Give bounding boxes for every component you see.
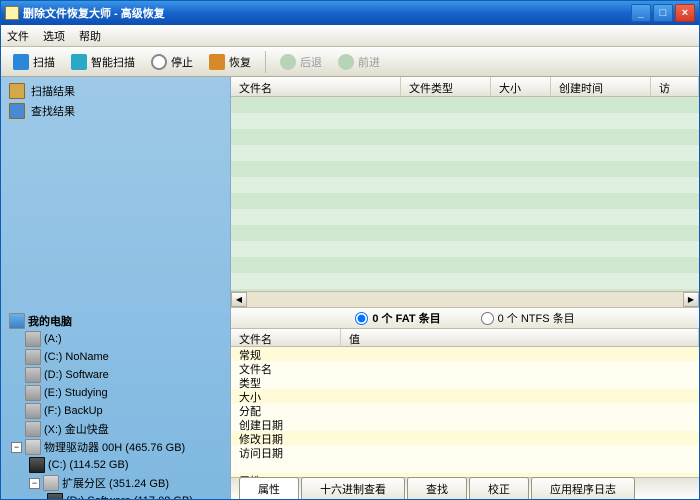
scroll-left-icon[interactable]: ◀: [231, 292, 247, 307]
drive-icon: [25, 385, 41, 401]
scroll-right-icon[interactable]: ▶: [683, 292, 699, 307]
detail-row[interactable]: 文件名: [231, 361, 699, 375]
detail-row[interactable]: 修改日期: [231, 431, 699, 445]
scan-button[interactable]: 扫描: [7, 51, 61, 73]
tree-ext-child[interactable]: (D:) Software (117.08 GB): [9, 492, 222, 499]
filelist-header: 文件名 文件类型 大小 创建时间 访: [231, 77, 699, 97]
drive-icon: [25, 367, 41, 383]
menu-file[interactable]: 文件: [7, 28, 29, 44]
search-folder-icon: [9, 103, 25, 119]
bottom-tabs: 属性 十六进制查看 查找 校正 应用程序日志: [231, 477, 699, 499]
recover-icon: [209, 54, 225, 70]
collapse-icon[interactable]: −: [11, 442, 22, 453]
collapse-icon[interactable]: −: [29, 478, 40, 489]
fat-radio[interactable]: 0 个 FAT 条目: [355, 310, 440, 326]
tab-find[interactable]: 查找: [407, 477, 467, 499]
tree-drive[interactable]: (F:) BackUp: [9, 402, 222, 420]
tree-drive[interactable]: (X:) 金山快盘: [9, 420, 222, 438]
col-size[interactable]: 大小: [491, 77, 551, 96]
back-icon: [280, 54, 296, 70]
scan-results-item[interactable]: 扫描结果: [9, 81, 222, 101]
dcol-value[interactable]: 值: [341, 329, 699, 346]
col-ctime[interactable]: 创建时间: [551, 77, 651, 96]
col-filename[interactable]: 文件名: [231, 77, 401, 96]
col-type[interactable]: 文件类型: [401, 77, 491, 96]
back-button[interactable]: 后退: [274, 51, 328, 73]
partition-icon: [47, 493, 63, 499]
menubar: 文件 选项 帮助: [1, 25, 699, 47]
detail-row[interactable]: 创建日期: [231, 417, 699, 431]
drive-icon: [25, 349, 41, 365]
tab-verify[interactable]: 校正: [469, 477, 529, 499]
tree-drive[interactable]: (E:) Studying: [9, 384, 222, 402]
minimize-button[interactable]: _: [631, 4, 651, 22]
ntfs-radio[interactable]: 0 个 NTFS 条目: [481, 310, 575, 326]
forward-button[interactable]: 前进: [332, 51, 386, 73]
detail-row[interactable]: 常规: [231, 347, 699, 361]
app-icon: [5, 6, 19, 20]
partition-icon: [29, 457, 45, 473]
file-list: 文件名 文件类型 大小 创建时间 访 ◀ ▶: [231, 77, 699, 307]
titlebar[interactable]: 删除文件恢复大师 - 高级恢复 _ □ ×: [1, 1, 699, 25]
results-box: 扫描结果 查找结果: [1, 77, 230, 125]
dcol-name[interactable]: 文件名: [231, 329, 341, 346]
h-scrollbar[interactable]: ◀ ▶: [231, 291, 699, 307]
col-access[interactable]: 访: [651, 77, 699, 96]
tree-drive[interactable]: (A:): [9, 330, 222, 348]
close-button[interactable]: ×: [675, 4, 695, 22]
details-header: 文件名 值: [231, 329, 699, 347]
stop-button[interactable]: 停止: [145, 51, 199, 73]
filelist-body[interactable]: [231, 97, 699, 291]
recover-button[interactable]: 恢复: [203, 51, 257, 73]
details-panel: 文件名 值 常规文件名类型大小分配创建日期修改日期访问日期属性只读系统: [231, 329, 699, 477]
detail-row[interactable]: 大小: [231, 389, 699, 403]
tab-props[interactable]: 属性: [239, 477, 299, 499]
stop-icon: [151, 54, 167, 70]
toolbar-separator: [265, 51, 266, 73]
maximize-button[interactable]: □: [653, 4, 673, 22]
detail-row[interactable]: 类型: [231, 375, 699, 389]
ntfs-radio-input[interactable]: [481, 312, 494, 325]
drive-icon: [25, 421, 41, 437]
forward-icon: [338, 54, 354, 70]
detail-row[interactable]: 分配: [231, 403, 699, 417]
tree-extended[interactable]: − 扩展分区 (351.24 GB): [9, 474, 222, 492]
menu-help[interactable]: 帮助: [79, 28, 101, 44]
left-pane: 扫描结果 查找结果 我的电脑 (A:)(C:) NoName(D:) Softw…: [1, 77, 231, 499]
toolbar: 扫描 智能扫描 停止 恢复 后退 前进: [1, 47, 699, 77]
drive-tree: 我的电脑 (A:)(C:) NoName(D:) Software(E:) St…: [1, 304, 230, 499]
search-results-item[interactable]: 查找结果: [9, 101, 222, 121]
scan-icon: [13, 54, 29, 70]
drive-icon: [25, 403, 41, 419]
disk-icon: [25, 439, 41, 455]
tree-drive[interactable]: (D:) Software: [9, 366, 222, 384]
tab-hex[interactable]: 十六进制查看: [301, 477, 405, 499]
tree-mycomputer[interactable]: 我的电脑: [9, 312, 222, 330]
window-title: 删除文件恢复大师 - 高级恢复: [23, 5, 629, 21]
smartscan-icon: [71, 54, 87, 70]
tree-phys-c[interactable]: (C:) (114.52 GB): [9, 456, 222, 474]
details-body[interactable]: 常规文件名类型大小分配创建日期修改日期访问日期属性只读系统: [231, 347, 699, 477]
drive-icon: [25, 331, 41, 347]
main-area: 扫描结果 查找结果 我的电脑 (A:)(C:) NoName(D:) Softw…: [1, 77, 699, 499]
computer-icon: [9, 313, 25, 329]
tab-log[interactable]: 应用程序日志: [531, 477, 635, 499]
detail-row[interactable]: 访问日期: [231, 445, 699, 459]
app-window: 删除文件恢复大师 - 高级恢复 _ □ × 文件 选项 帮助 扫描 智能扫描 停…: [0, 0, 700, 500]
scroll-track[interactable]: [247, 292, 683, 307]
filter-bar: 0 个 FAT 条目 0 个 NTFS 条目: [231, 307, 699, 329]
tree-physical[interactable]: − 物理驱动器 00H (465.76 GB): [9, 438, 222, 456]
fat-radio-input[interactable]: [355, 312, 368, 325]
right-pane: 文件名 文件类型 大小 创建时间 访 ◀ ▶ 0 个 FAT 条目: [231, 77, 699, 499]
menu-options[interactable]: 选项: [43, 28, 65, 44]
extended-icon: [43, 475, 59, 491]
tree-drive[interactable]: (C:) NoName: [9, 348, 222, 366]
folder-icon: [9, 83, 25, 99]
smartscan-button[interactable]: 智能扫描: [65, 51, 141, 73]
detail-row[interactable]: [231, 459, 699, 473]
